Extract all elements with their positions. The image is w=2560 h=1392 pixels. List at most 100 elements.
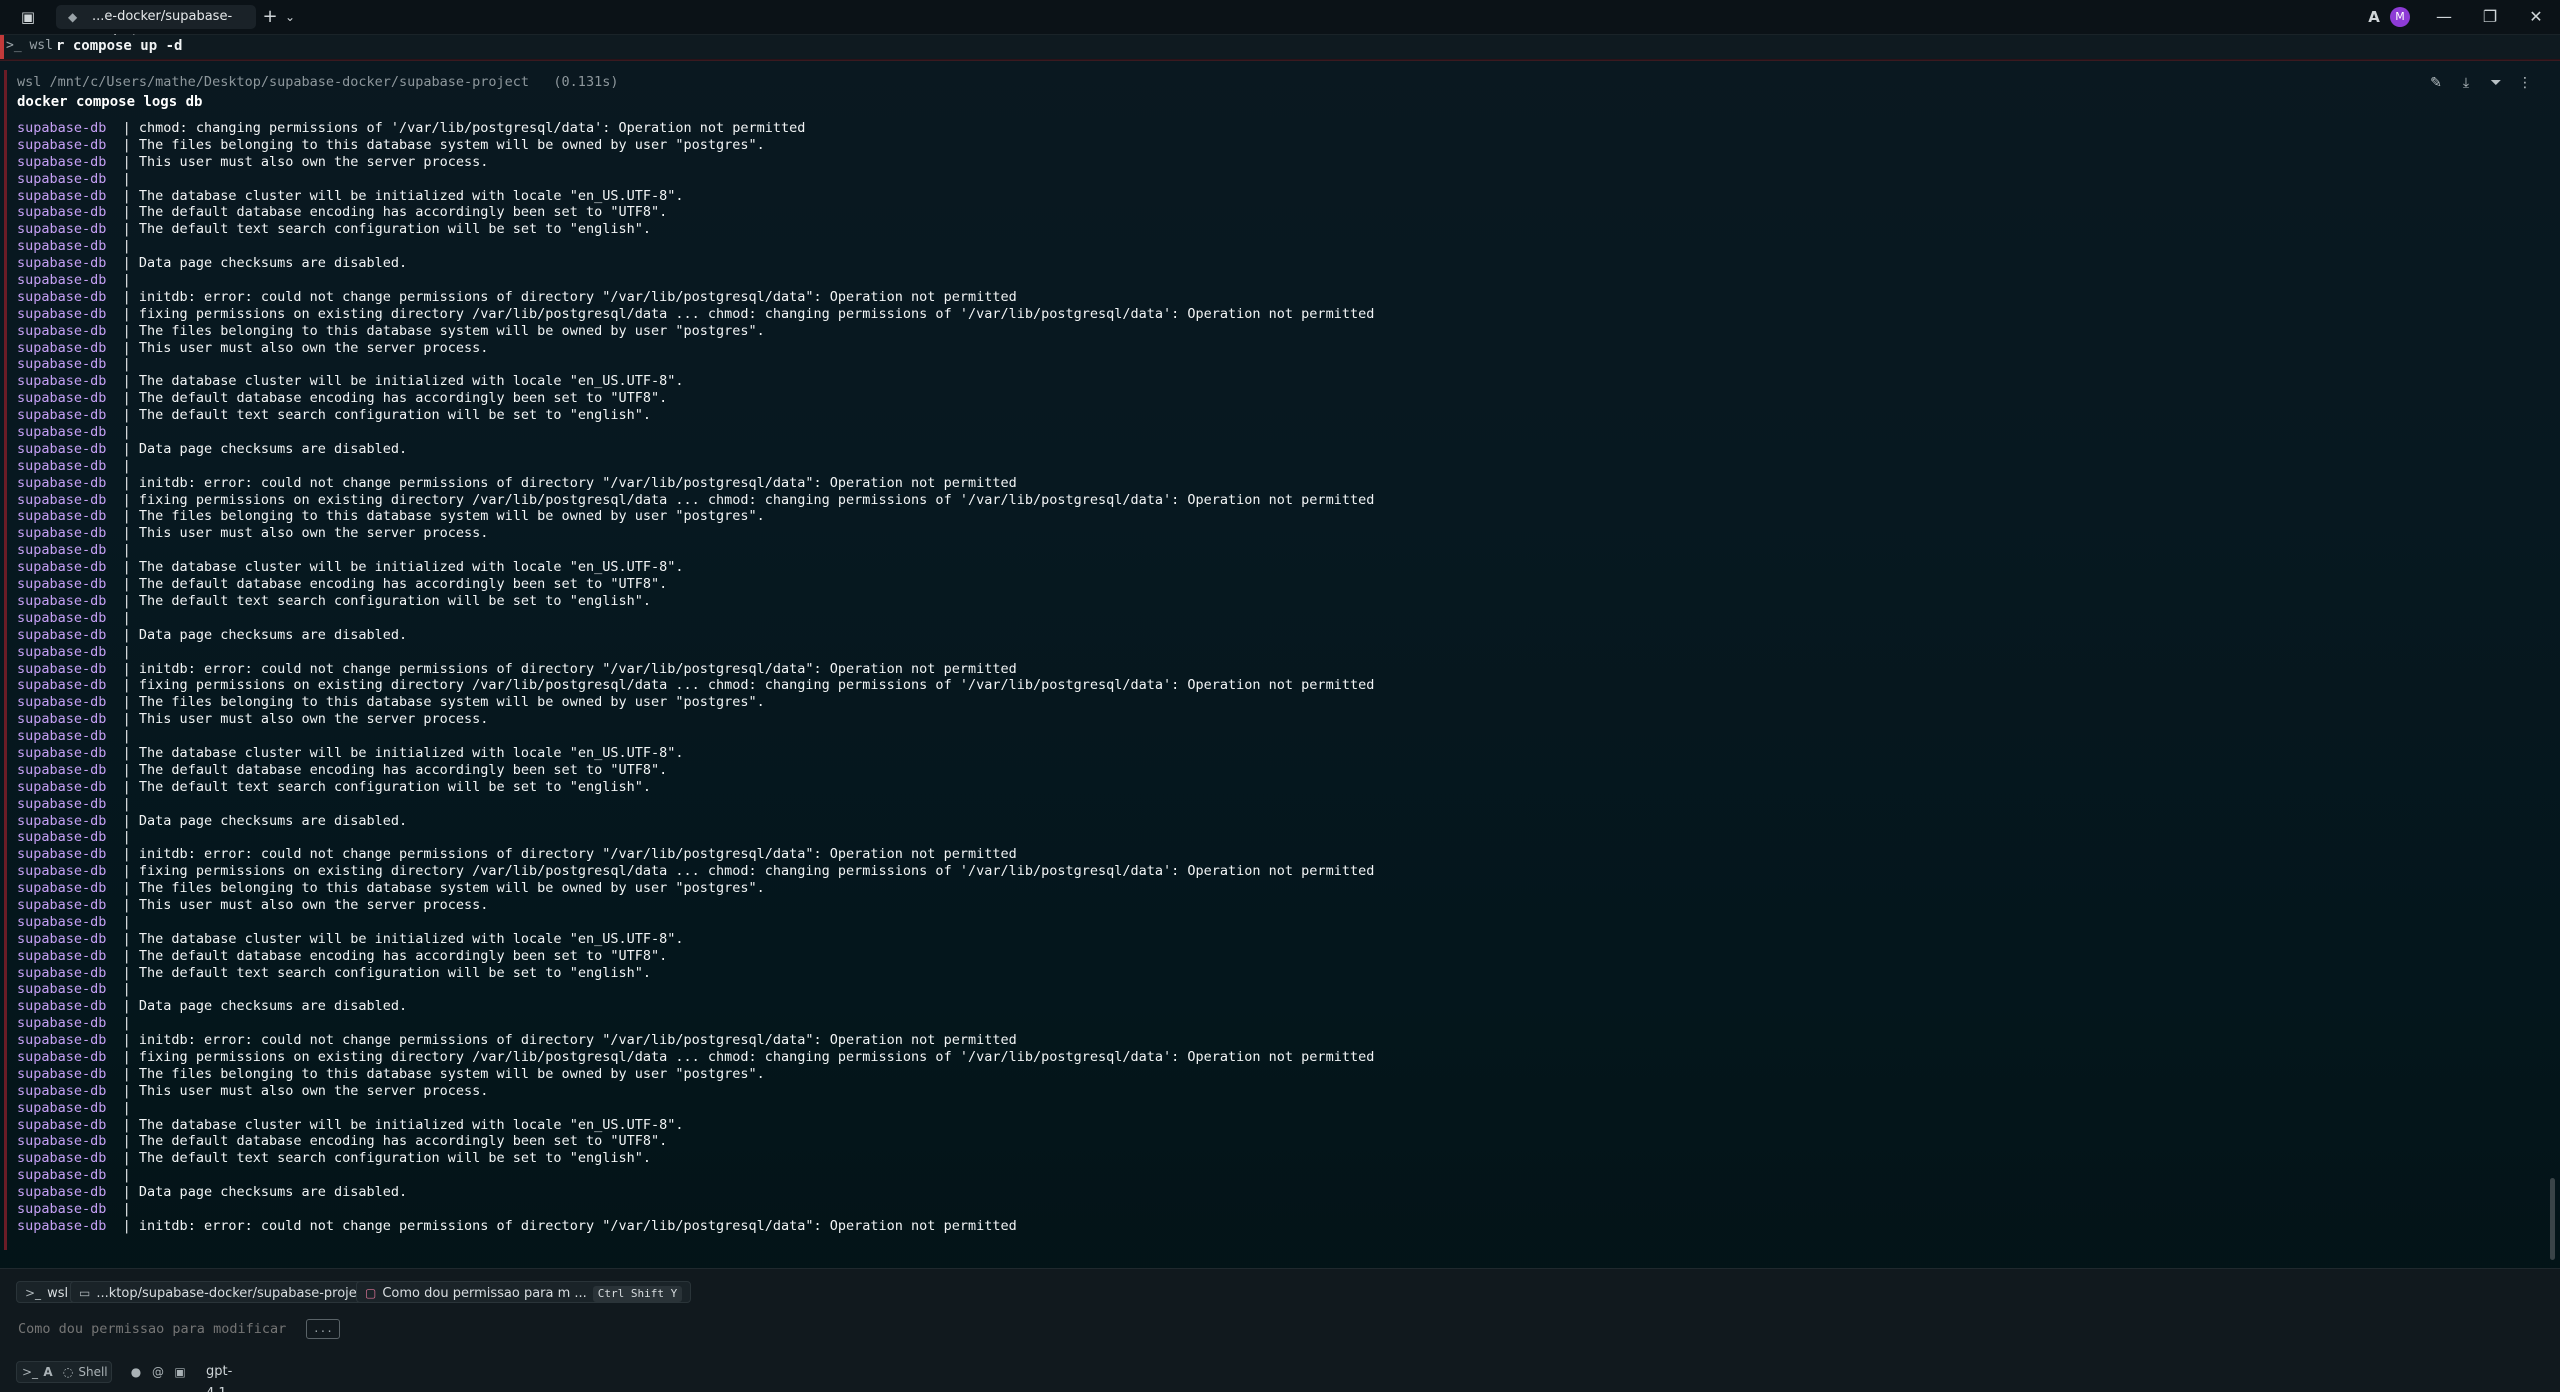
conversation-chip[interactable]: ▢ Como dou permissao para m ... Ctrl Shift…	[356, 1281, 692, 1303]
new-tab-button[interactable]: +	[260, 7, 280, 27]
tab-menu-chevron-icon[interactable]: ⌄	[280, 7, 300, 27]
log-separator: |	[106, 339, 139, 356]
shell-chip[interactable]: >_ wsl	[16, 1281, 78, 1303]
service-name: supabase-db	[17, 711, 107, 728]
log-message: The files belonging to this database sys…	[138, 694, 765, 711]
log-line: supabase-db |	[17, 796, 2517, 813]
directory-chip[interactable]: ▭ ...ktop/supabase-docker/supabase-projec…	[70, 1281, 379, 1303]
pin-icon[interactable]: ✎	[2425, 72, 2447, 94]
log-separator: |	[106, 1032, 139, 1049]
log-message: The default text search configuration wi…	[138, 592, 651, 609]
log-message: The default text search configuration wi…	[138, 221, 651, 238]
service-name: supabase-db	[17, 728, 107, 745]
log-separator: |	[106, 660, 139, 677]
log-message: The default database encoding has accord…	[138, 576, 668, 593]
log-message: Data page checksums are disabled.	[138, 255, 408, 272]
log-line: supabase-db | The database cluster will …	[17, 188, 2517, 205]
service-name: supabase-db	[17, 187, 107, 204]
log-message: The files belonging to this database sys…	[138, 880, 765, 897]
service-name: supabase-db	[17, 1184, 107, 1201]
log-separator: |	[106, 947, 139, 964]
terminal-mode-icon[interactable]: >_	[22, 1361, 38, 1383]
terminal-icon: >_	[25, 1286, 42, 1300]
close-button[interactable]: ✕	[2518, 5, 2554, 29]
service-name: supabase-db	[17, 1133, 107, 1150]
log-line: supabase-db | The files belonging to thi…	[17, 137, 2517, 154]
log-line: supabase-db |	[17, 542, 2517, 559]
agent-mode-icon[interactable]: A	[40, 1361, 56, 1383]
image-icon[interactable]: ▣	[172, 1361, 188, 1383]
filter-icon[interactable]: ⏷	[2485, 72, 2507, 94]
service-name: supabase-db	[17, 863, 107, 880]
download-icon[interactable]: ⤓	[2455, 72, 2477, 94]
service-name: supabase-db	[17, 1201, 107, 1217]
model-selector[interactable]: gpt-4.1 ⌄	[206, 1361, 232, 1392]
avatar[interactable]: M	[2390, 7, 2410, 27]
log-separator: |	[106, 170, 139, 187]
log-separator: |	[106, 761, 139, 778]
log-line: supabase-db | The default text search co…	[17, 779, 2517, 796]
minimize-button[interactable]: —	[2426, 5, 2462, 29]
service-name: supabase-db	[17, 440, 107, 457]
log-separator: |	[106, 1065, 139, 1082]
log-line: supabase-db |	[17, 644, 2517, 661]
service-name: supabase-db	[17, 457, 107, 474]
log-separator: |	[106, 728, 139, 745]
warp-logo-icon[interactable]: A	[2364, 7, 2384, 27]
log-line: supabase-db | fixing permissions on exis…	[17, 492, 2517, 509]
service-name: supabase-db	[17, 913, 107, 930]
log-separator: |	[106, 1048, 139, 1065]
service-name: supabase-db	[17, 1167, 107, 1184]
log-separator: |	[106, 440, 139, 457]
service-name: supabase-db	[17, 660, 107, 677]
service-name: supabase-db	[17, 795, 107, 812]
service-name: supabase-db	[17, 1065, 107, 1082]
lightbulb-icon[interactable]: ◌	[60, 1361, 76, 1383]
log-line: supabase-db | The default text search co…	[17, 1150, 2517, 1167]
service-name: supabase-db	[17, 1116, 107, 1133]
pasted-text-badge[interactable]: ...	[306, 1319, 340, 1339]
log-separator: |	[106, 407, 139, 424]
log-line: supabase-db | The default text search co…	[17, 221, 2517, 238]
log-line: supabase-db | Data page checksums are di…	[17, 813, 2517, 830]
log-separator: |	[106, 913, 139, 930]
microphone-icon[interactable]: ●	[128, 1361, 144, 1383]
service-name: supabase-db	[17, 761, 107, 778]
log-line: supabase-db | initdb: error: could not c…	[17, 1032, 2517, 1049]
service-name: supabase-db	[17, 424, 107, 441]
command-block[interactable]: wsl /mnt/c/Users/mathe/Desktop/supabase-…	[0, 62, 2560, 1262]
scrollbar[interactable]	[2550, 1178, 2555, 1260]
log-line: supabase-db | The database cluster will …	[17, 745, 2517, 762]
log-line: supabase-db | The files belonging to thi…	[17, 1066, 2517, 1083]
mention-icon[interactable]: @	[150, 1361, 166, 1383]
log-line: supabase-db | This user must also own th…	[17, 340, 2517, 357]
log-separator: |	[106, 542, 139, 559]
prompt-input[interactable]	[18, 1317, 2418, 1341]
log-line: supabase-db |	[17, 610, 2517, 627]
log-line: supabase-db | initdb: error: could not c…	[17, 1218, 2517, 1235]
directory-chip-label: ...ktop/supabase-docker/supabase-project	[96, 1286, 370, 1301]
previous-command-strip[interactable]: >_ wsl r compose up -d	[0, 35, 2560, 60]
service-name: supabase-db	[17, 592, 107, 609]
service-name: supabase-db	[17, 221, 107, 238]
service-name: supabase-db	[17, 677, 107, 694]
sidebar-toggle-icon[interactable]: ▣	[18, 7, 38, 27]
log-separator: |	[106, 424, 139, 441]
log-message: This user must also own the server proce…	[138, 711, 489, 728]
log-line: supabase-db | initdb: error: could not c…	[17, 661, 2517, 678]
shell-mode-label[interactable]: Shell	[78, 1361, 108, 1383]
service-name: supabase-db	[17, 474, 107, 491]
more-icon[interactable]: ⋮	[2514, 72, 2536, 94]
log-line: supabase-db | The default database encod…	[17, 390, 2517, 407]
tab-active[interactable]: ◆ ...e-docker/supabase-project	[56, 5, 256, 48]
service-name: supabase-db	[17, 255, 107, 272]
restore-button[interactable]: ❐	[2472, 5, 2508, 29]
log-separator: |	[106, 1150, 139, 1167]
shell-prefix: >_ wsl	[6, 38, 53, 53]
log-message: The default database encoding has accord…	[138, 1133, 668, 1150]
log-message: The database cluster will be initialized…	[138, 559, 684, 576]
log-message: This user must also own the server proce…	[138, 153, 489, 170]
service-name: supabase-db	[17, 559, 107, 576]
service-name: supabase-db	[17, 1150, 107, 1167]
log-line: supabase-db | fixing permissions on exis…	[17, 863, 2517, 880]
